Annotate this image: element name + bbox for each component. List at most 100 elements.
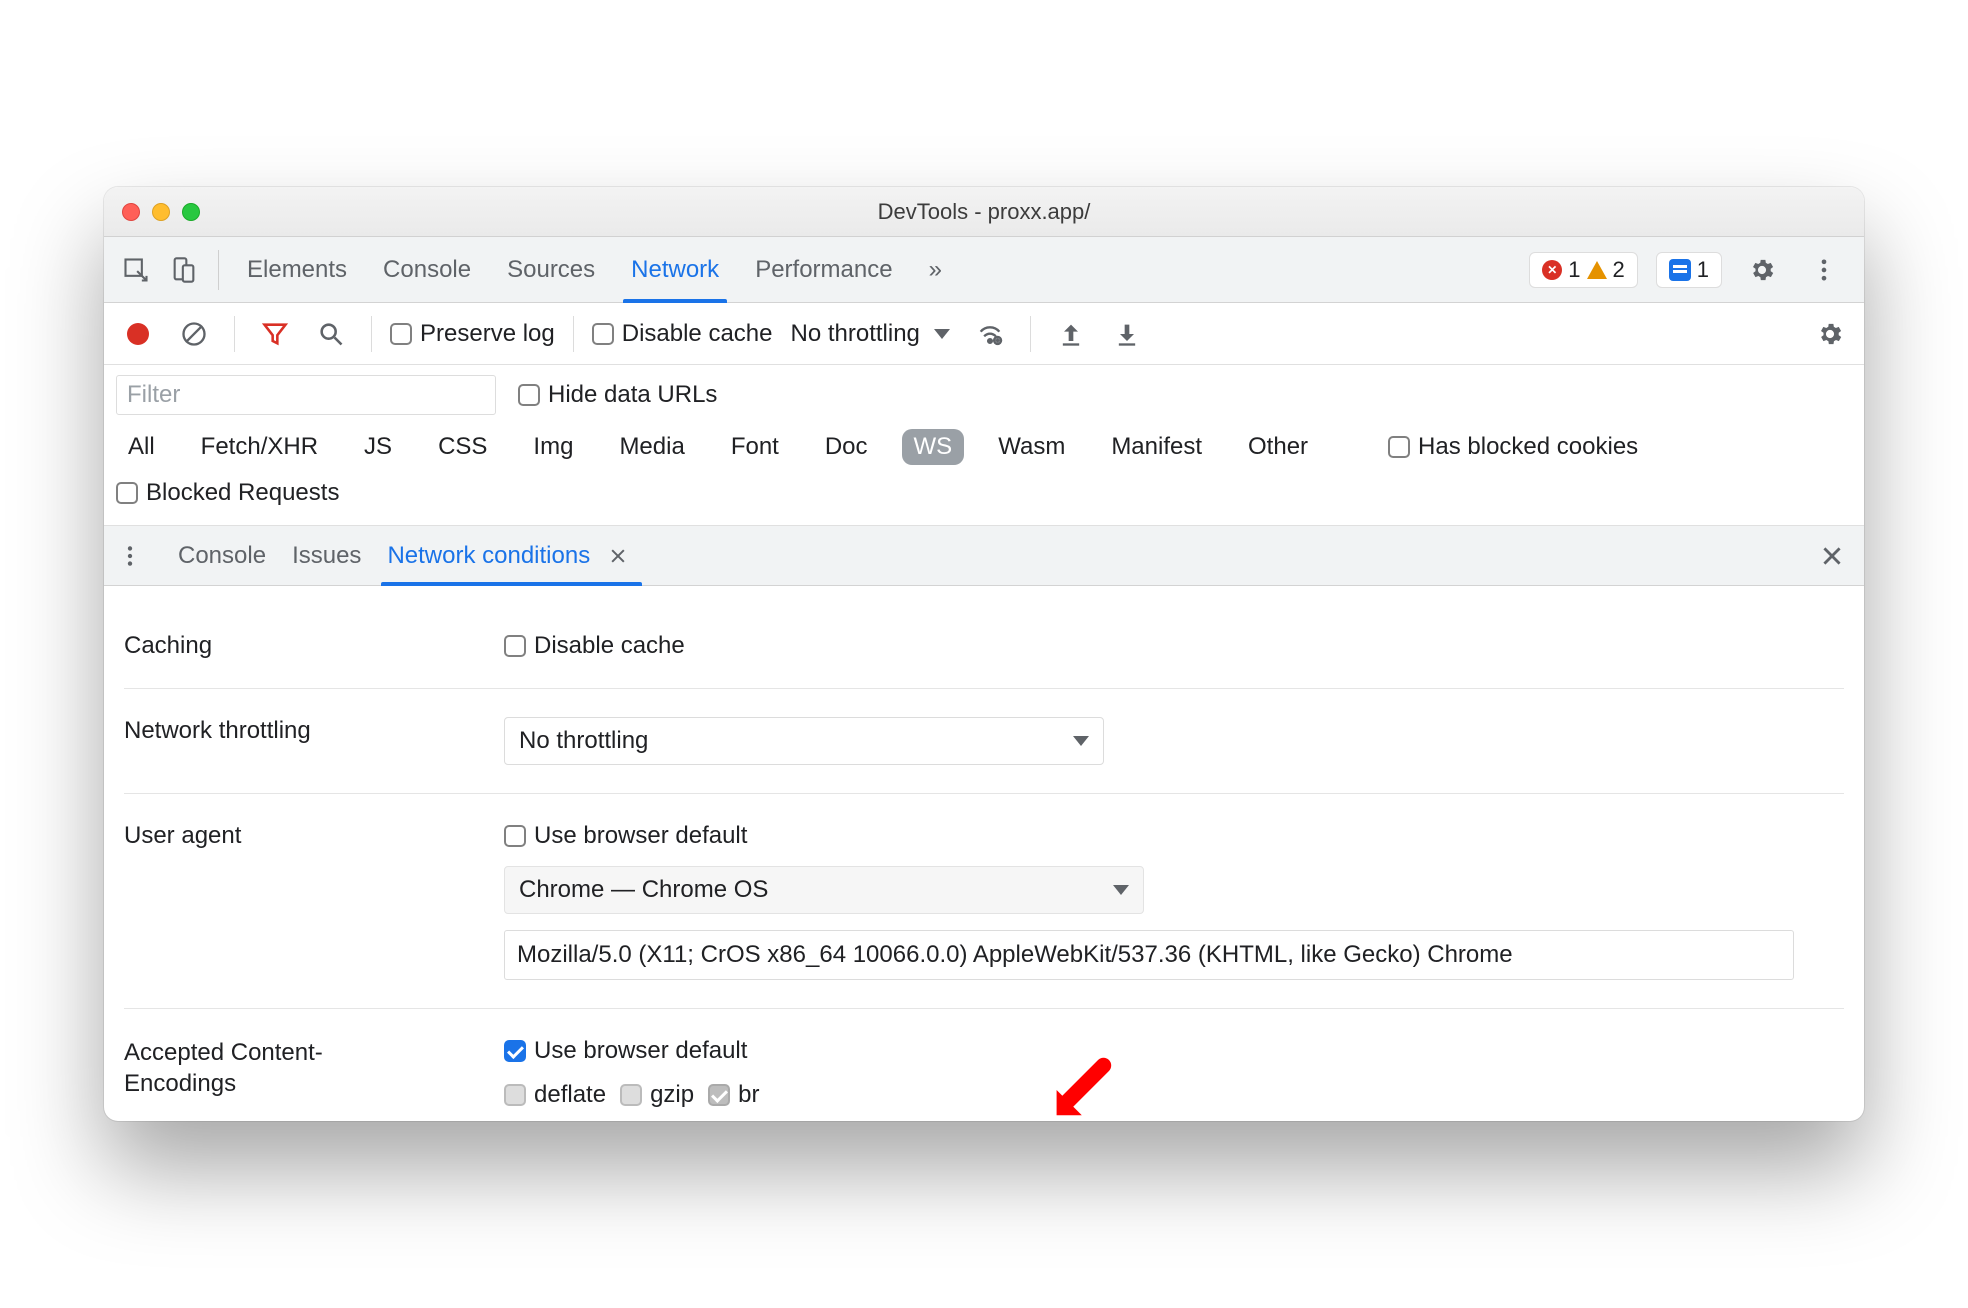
type-filter-other[interactable]: Other: [1236, 429, 1320, 465]
clear-icon[interactable]: [172, 312, 216, 356]
ua-use-default-label: Use browser default: [534, 822, 747, 850]
warnings-count: 2: [1613, 257, 1625, 283]
filter-input[interactable]: Filter: [116, 375, 496, 415]
row-caching: Caching Disable cache: [124, 604, 1844, 689]
throttling-select-value: No throttling: [519, 727, 648, 755]
kebab-icon[interactable]: [1802, 248, 1846, 292]
window-title: DevTools - proxx.app/: [104, 199, 1864, 225]
drawer-tab-label: Network conditions: [387, 542, 590, 570]
throttling-value: No throttling: [790, 320, 919, 348]
errors-warnings-badge[interactable]: 1 2: [1529, 252, 1638, 288]
encodings-label: Accepted Content- Encodings: [124, 1037, 504, 1099]
error-icon: [1542, 260, 1562, 280]
chevron-down-icon: [1073, 736, 1089, 746]
divider: [1030, 316, 1031, 352]
tab-label: Performance: [755, 256, 892, 284]
type-filter-font[interactable]: Font: [719, 429, 791, 465]
row-encodings: Accepted Content- Encodings Use browser …: [124, 1009, 1844, 1109]
settings-icon[interactable]: [1740, 248, 1784, 292]
blocked-requests-label: Blocked Requests: [146, 479, 339, 507]
disable-cache-checkbox[interactable]: Disable cache: [592, 320, 773, 348]
encodings-label-line2: Encodings: [124, 1070, 236, 1097]
tab-performance[interactable]: Performance: [755, 237, 892, 302]
issues-icon: [1669, 259, 1691, 281]
hide-data-urls-checkbox[interactable]: Hide data URLs: [518, 381, 717, 409]
throttling-select-full[interactable]: No throttling: [504, 717, 1104, 765]
drawer-tab-network-conditions[interactable]: Network conditions: [387, 526, 636, 585]
enc-deflate-label: deflate: [534, 1081, 606, 1109]
upload-har-icon[interactable]: [1049, 312, 1093, 356]
record-button[interactable]: [116, 312, 160, 356]
encodings-use-default-checkbox[interactable]: Use browser default: [504, 1037, 747, 1065]
titlebar: DevTools - proxx.app/: [104, 187, 1864, 237]
has-blocked-cookies-checkbox[interactable]: Has blocked cookies: [1388, 433, 1638, 461]
main-tabs-bar: Elements Console Sources Network Perform…: [104, 237, 1864, 303]
tab-label: Console: [383, 256, 471, 284]
type-filter-all[interactable]: All: [116, 429, 167, 465]
encodings-label-line1: Accepted Content-: [124, 1039, 323, 1066]
hide-data-urls-label: Hide data URLs: [548, 381, 717, 409]
enc-br-checkbox: br: [708, 1081, 759, 1109]
filter-placeholder: Filter: [127, 381, 180, 409]
encodings-use-default-label: Use browser default: [534, 1037, 747, 1065]
network-filter-bar: Filter Hide data URLs All Fetch/XHR JS CSS I…: [104, 365, 1864, 526]
inspect-icon[interactable]: [114, 248, 158, 292]
throttling-select[interactable]: No throttling: [784, 320, 955, 348]
ua-string-input[interactable]: Mozilla/5.0 (X11; CrOS x86_64 10066.0.0)…: [504, 930, 1794, 980]
tab-elements[interactable]: Elements: [247, 237, 347, 302]
close-drawer-icon[interactable]: [1814, 538, 1850, 574]
download-har-icon[interactable]: [1105, 312, 1149, 356]
network-conditions-panel: Caching Disable cache Network throttling…: [104, 586, 1864, 1121]
search-icon[interactable]: [309, 312, 353, 356]
user-agent-label: User agent: [124, 822, 504, 850]
drawer-tab-console[interactable]: Console: [178, 526, 266, 585]
type-filter-ws[interactable]: WS: [902, 429, 965, 465]
issues-badge[interactable]: 1: [1656, 252, 1722, 288]
drawer-tab-label: Console: [178, 542, 266, 570]
type-filter-doc[interactable]: Doc: [813, 429, 880, 465]
network-conditions-icon[interactable]: [968, 312, 1012, 356]
type-filter-wasm[interactable]: Wasm: [986, 429, 1077, 465]
tab-more[interactable]: »: [929, 237, 942, 302]
tab-console[interactable]: Console: [383, 237, 471, 302]
warning-icon: [1587, 261, 1607, 279]
network-toolbar: Preserve log Disable cache No throttling: [104, 303, 1864, 365]
drawer-tab-issues[interactable]: Issues: [292, 526, 361, 585]
tab-label: Network: [631, 256, 719, 284]
device-toolbar-icon[interactable]: [162, 248, 206, 292]
divider: [573, 316, 574, 352]
network-settings-icon[interactable]: [1808, 312, 1852, 356]
tab-more-label: »: [929, 256, 942, 284]
blocked-requests-checkbox[interactable]: Blocked Requests: [116, 479, 339, 507]
type-filter-css[interactable]: CSS: [426, 429, 499, 465]
type-filter-js[interactable]: JS: [352, 429, 404, 465]
has-blocked-cookies-label: Has blocked cookies: [1418, 433, 1638, 461]
tab-label: Sources: [507, 256, 595, 284]
issues-count: 1: [1697, 257, 1709, 283]
drawer-menu-icon[interactable]: [108, 543, 152, 569]
type-filter-media[interactable]: Media: [607, 429, 696, 465]
divider: [218, 250, 219, 290]
preserve-log-label: Preserve log: [420, 320, 555, 348]
preserve-log-checkbox[interactable]: Preserve log: [390, 320, 555, 348]
caching-disable-checkbox[interactable]: Disable cache: [504, 632, 685, 660]
enc-gzip-label: gzip: [650, 1081, 694, 1109]
filter-icon[interactable]: [253, 312, 297, 356]
row-user-agent: User agent Use browser default Chrome — …: [124, 794, 1844, 1009]
close-tab-icon[interactable]: [600, 538, 636, 574]
type-filter-fetch-xhr[interactable]: Fetch/XHR: [189, 429, 330, 465]
divider: [371, 316, 372, 352]
ua-preset-value: Chrome — Chrome OS: [519, 876, 768, 904]
ua-preset-select[interactable]: Chrome — Chrome OS: [504, 866, 1144, 914]
type-filter-img[interactable]: Img: [521, 429, 585, 465]
row-throttling: Network throttling No throttling: [124, 689, 1844, 794]
drawer-tabs-bar: Console Issues Network conditions: [104, 526, 1864, 586]
disable-cache-label: Disable cache: [622, 320, 773, 348]
type-filter-manifest[interactable]: Manifest: [1099, 429, 1214, 465]
chevron-down-icon: [1113, 885, 1129, 895]
ua-use-default-checkbox[interactable]: Use browser default: [504, 822, 747, 850]
enc-br-label: br: [738, 1081, 759, 1109]
tab-network[interactable]: Network: [631, 237, 719, 302]
drawer-tab-label: Issues: [292, 542, 361, 570]
tab-sources[interactable]: Sources: [507, 237, 595, 302]
